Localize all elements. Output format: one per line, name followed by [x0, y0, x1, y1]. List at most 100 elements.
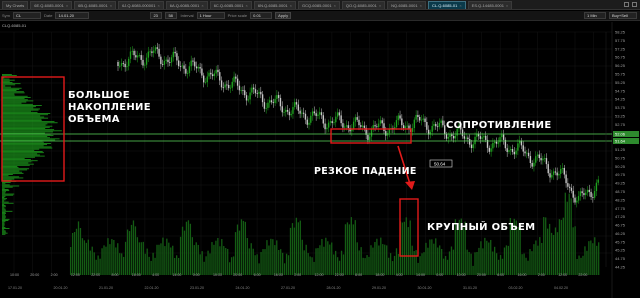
close-tab-icon[interactable]: ×: [290, 2, 292, 9]
candle-body: [181, 65, 183, 67]
tab-6[interactable]: 6N.Q-6085-0001 ×: [253, 0, 296, 9]
close-tab-icon[interactable]: ×: [420, 2, 422, 9]
time-tick-label: 4:00: [396, 273, 403, 277]
volume-bar: [472, 265, 474, 275]
chart-area[interactable]: 58.25 57.75 57.25 56.75 56.25 55.75 55.25 54.75…: [0, 22, 640, 298]
tab-0[interactable]: My Charts: [2, 0, 29, 9]
candle-body: [568, 186, 571, 188]
candle-body: [117, 62, 119, 66]
tab-2[interactable]: 6B.Q-6085-0001 ×: [74, 0, 117, 9]
close-tab-icon[interactable]: ×: [110, 2, 112, 9]
candle-body: [226, 84, 228, 86]
date-input[interactable]: 14.01.20: [55, 12, 90, 19]
price-tick-label: 56.75: [615, 55, 626, 60]
candle-body: [381, 120, 383, 124]
candle-body: [417, 114, 419, 117]
volume-mode-select[interactable]: Buy+Sell: [609, 12, 637, 19]
volume-bar: [574, 226, 576, 275]
volume-profile-bar: [2, 177, 24, 179]
candle-body: [418, 116, 421, 121]
price-chart-svg[interactable]: 58.25 57.75 57.25 56.75 56.25 55.75 55.25 54.75…: [0, 22, 640, 298]
volume-profile-bar: [2, 221, 6, 223]
annotation-resistance: СОПРОТИВЛЕНИЕ: [446, 120, 552, 131]
tab-8[interactable]: QO.Q-6085-0001 ×: [341, 0, 386, 9]
days2-input[interactable]: 58: [165, 12, 178, 19]
close-tab-icon[interactable]: ×: [506, 2, 508, 9]
candle-body: [179, 66, 182, 67]
volume-profile-bar: [2, 110, 32, 112]
price-scale-input[interactable]: 0.01: [250, 12, 273, 19]
candle-body: [199, 67, 201, 69]
volume-bar: [280, 249, 282, 275]
minimize-icon[interactable]: [624, 2, 629, 7]
price-tick-label: 55.25: [615, 80, 626, 85]
volume-bar: [490, 239, 492, 275]
close-tab-icon[interactable]: ×: [66, 2, 68, 9]
close-tab-icon[interactable]: ×: [201, 2, 203, 9]
close-tab-icon[interactable]: ×: [246, 2, 248, 9]
candle-body: [411, 127, 414, 132]
maximize-icon[interactable]: [632, 2, 637, 7]
close-tab-icon[interactable]: ×: [459, 2, 461, 9]
days-input[interactable]: 23: [150, 12, 163, 19]
candle-body: [531, 162, 533, 167]
tab-9[interactable]: NQ-6085-0001 ×: [387, 0, 426, 9]
volume-profile-bar: [2, 161, 32, 163]
candle-body: [290, 113, 292, 116]
candle-body: [472, 144, 474, 149]
candle-body: [579, 191, 582, 197]
candle-body: [367, 134, 369, 140]
volume-bar: [446, 259, 449, 275]
volume-bar: [268, 245, 270, 275]
tab-10[interactable]: CL.Q-6085-01 ×: [427, 0, 466, 9]
candle-body: [288, 111, 291, 116]
volume-bar: [431, 239, 433, 275]
volume-bar: [335, 250, 337, 275]
volume-profile-bar: [2, 75, 17, 77]
volume-profile-bar: [2, 99, 28, 101]
candle-body: [120, 63, 123, 66]
volume-bar: [244, 221, 247, 275]
volume-bar: [374, 242, 376, 275]
close-tab-icon[interactable]: ×: [157, 2, 159, 9]
timeframe-select[interactable]: 1 Min: [584, 12, 606, 19]
candle-body: [369, 136, 371, 140]
volume-bar: [142, 241, 144, 275]
volume-profile-bar: [2, 200, 5, 202]
candle-body: [376, 126, 378, 128]
volume-profile-bar: [2, 125, 53, 127]
tab-3[interactable]: 6J.Q-6085-000001 ×: [118, 0, 164, 9]
volume-bar: [70, 247, 72, 275]
tab-1[interactable]: 6E.Q-6085-0001 ×: [30, 0, 73, 9]
tab-5[interactable]: 6C.Q-6085-0001 ×: [209, 0, 252, 9]
volume-profile-bar: [2, 109, 39, 111]
volume-bar: [138, 242, 141, 275]
apply-button[interactable]: Apply: [275, 12, 292, 19]
symbol-input[interactable]: CL: [13, 12, 41, 19]
volume-bar: [75, 228, 78, 275]
candle-body: [590, 191, 592, 198]
volume-profile-bar: [2, 146, 52, 148]
volume-profile-bar: [2, 172, 24, 174]
candle-body: [360, 125, 362, 127]
interval-select[interactable]: 1 Hour: [196, 12, 225, 19]
close-tab-icon[interactable]: ×: [379, 2, 381, 9]
volume-bar: [407, 227, 409, 275]
volume-bar: [215, 240, 217, 275]
volume-profile-bar: [2, 224, 5, 226]
tab-4[interactable]: 6A.Q-6085-0001 ×: [165, 0, 208, 9]
tab-11[interactable]: ES.Q-14485-0001 ×: [467, 0, 513, 9]
volume-profile-bar: [2, 225, 5, 227]
candle-body: [551, 174, 553, 178]
candle-body: [545, 158, 548, 165]
volume-profile-bar: [2, 205, 6, 206]
date-tick-label: 21.01.20: [99, 286, 113, 290]
volume-profile-bar: [2, 101, 27, 103]
candle-body: [583, 193, 585, 196]
candle-body: [136, 55, 139, 58]
close-tab-icon[interactable]: ×: [334, 2, 336, 9]
volume-bar: [146, 248, 148, 275]
candle-body: [538, 154, 541, 159]
volume-profile-bar: [2, 163, 34, 165]
tab-7[interactable]: GCQ-6085-0001 ×: [297, 0, 340, 9]
